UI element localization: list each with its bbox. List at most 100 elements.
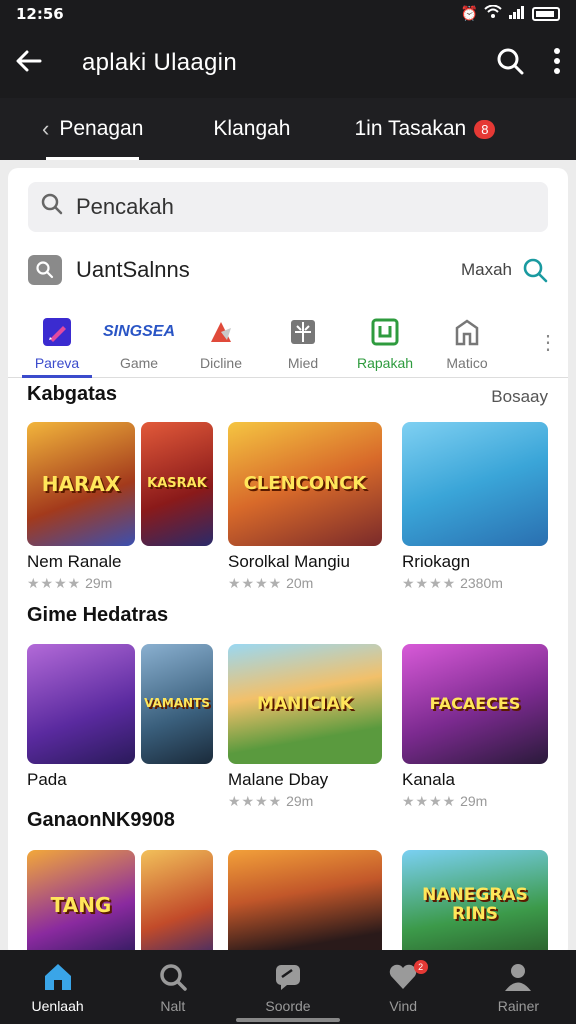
game-card[interactable]: HARAX KASRAK Nem Ranale ★★★★ 29m <box>27 422 213 592</box>
game-card[interactable]: Rriokagn ★★★★ 2380m <box>402 422 548 592</box>
game-thumbnail <box>228 850 382 958</box>
search-input[interactable]: Pencakah <box>28 182 548 232</box>
chevron-left-icon: ‹ <box>42 116 50 141</box>
filter-label: UantSalnns <box>76 257 190 282</box>
wifi-icon <box>484 4 502 23</box>
game-thumbnail: VAMANTS <box>141 644 213 764</box>
flag-icon <box>204 315 238 349</box>
game-name: Nem Ranale <box>27 552 122 571</box>
game-rating: ★★★★ 29m <box>27 575 113 591</box>
category-label: Mied <box>287 355 319 371</box>
battery-icon <box>532 7 560 21</box>
back-arrow-icon[interactable] <box>16 46 60 80</box>
category-label: Pareva <box>34 355 80 371</box>
page-title: aplaki Ulaagin <box>82 49 237 76</box>
signal-icon <box>508 5 526 23</box>
game-thumbnail <box>141 850 213 958</box>
house-icon <box>450 315 484 349</box>
game-thumbnail: MANICIAK <box>228 644 382 764</box>
nav-label: Soorde <box>265 998 311 1014</box>
category-game[interactable]: SINGSEA Game <box>98 307 180 377</box>
game-name: Malane Dbay <box>228 770 329 789</box>
game-card[interactable]: FACAECES Kanala ★★★★ 29m <box>402 644 548 810</box>
game-card[interactable]: MANICIAK Malane Dbay ★★★★ 29m <box>228 644 382 810</box>
nav-home[interactable]: Uenlaah <box>0 950 115 1024</box>
status-time: 12:56 <box>16 5 64 23</box>
tab-label: Klangah <box>213 117 291 140</box>
nav-label: Uenlaah <box>31 998 84 1014</box>
game-card[interactable]: NANEGRAS RINS <box>402 850 548 958</box>
alarm-icon: ⏰ <box>460 6 478 22</box>
status-bar: 12:56 ⏰ <box>0 0 576 28</box>
search-icon[interactable] <box>496 47 524 80</box>
nav-chat[interactable]: Soorde <box>230 950 345 1024</box>
tab-label: 1in Tasakan <box>354 117 467 140</box>
game-card[interactable]: CLENCONCK Sorolkal Mangiu ★★★★ 20m <box>228 422 382 592</box>
section-see-all-link[interactable]: Bosaay <box>491 387 548 407</box>
game-thumbnail: CLENCONCK <box>228 422 382 546</box>
game-thumbnail <box>402 422 548 546</box>
game-logo: SINGSEA <box>103 323 176 340</box>
notification-badge: 8 <box>474 119 496 139</box>
category-label: Matico <box>446 355 488 371</box>
game-rating: ★★★★ 20m <box>228 575 314 591</box>
nav-search[interactable]: Nalt <box>115 950 230 1024</box>
app-bar: aplaki Ulaagin <box>0 28 576 98</box>
search-icon <box>40 192 64 222</box>
status-icons: ⏰ <box>460 4 560 23</box>
category-pareva[interactable]: Pareva <box>16 307 98 378</box>
filter-more-button[interactable]: Maxah <box>461 257 548 283</box>
filter-search-icon[interactable] <box>28 255 62 285</box>
grid-icon <box>286 315 320 349</box>
game-thumbnail: NANEGRAS RINS <box>402 850 548 958</box>
home-icon <box>41 960 75 994</box>
game-name: Pada <box>27 770 67 789</box>
category-row: Pareva SINGSEA Game Dicline Mied Rapakah <box>8 308 568 378</box>
more-categories-icon[interactable]: ⋮ <box>528 307 568 377</box>
game-thumbnail: FACAECES <box>402 644 548 764</box>
search-icon <box>156 960 190 994</box>
game-thumbnail: KASRAK <box>141 422 213 546</box>
category-rapakah[interactable]: Rapakah <box>344 307 426 377</box>
tab-klangah[interactable]: Klangah <box>201 98 302 160</box>
top-tabs: ‹ Penagan Klangah 1in Tasakan 8 <box>0 98 576 160</box>
tab-tasakan[interactable]: 1in Tasakan 8 <box>343 98 508 160</box>
game-thumbnail: HARAX <box>27 422 135 546</box>
pen-icon <box>40 315 74 349</box>
tab-label: Penagan <box>59 117 144 140</box>
game-rating: ★★★★ 2380m <box>402 575 503 591</box>
game-rating: ★★★★ 29m <box>402 793 488 809</box>
category-dicline[interactable]: Dicline <box>180 307 262 377</box>
home-indicator <box>236 1018 340 1022</box>
category-label: Dicline <box>199 355 242 371</box>
category-mied[interactable]: Mied <box>262 307 344 377</box>
nav-favorites[interactable]: 2 Vind <box>346 950 461 1024</box>
game-card[interactable] <box>228 850 382 958</box>
filter-more-label: Maxah <box>460 260 512 279</box>
search-value: Pencakah <box>76 194 174 219</box>
game-name: Sorolkal Mangiu <box>228 552 350 571</box>
bottom-nav: Uenlaah Nalt Soorde 2 Vind Rainer <box>0 950 576 1024</box>
profile-icon <box>501 960 535 994</box>
app-icon <box>368 315 402 349</box>
category-label: Game <box>119 355 159 371</box>
category-matico[interactable]: Matico <box>426 307 508 377</box>
nav-profile[interactable]: Rainer <box>461 950 576 1024</box>
game-name: Kanala <box>402 770 455 789</box>
section-title: Kabgatas <box>27 383 118 405</box>
game-thumbnail: TANG <box>27 850 135 958</box>
tab-penagan[interactable]: ‹ Penagan <box>30 98 155 160</box>
nav-label: Nalt <box>160 998 186 1014</box>
game-name: Rriokagn <box>402 552 471 571</box>
game-card[interactable]: TANG <box>27 850 213 958</box>
chat-icon <box>271 960 305 994</box>
game-thumbnail <box>27 644 135 764</box>
more-vert-icon[interactable] <box>554 47 560 79</box>
section-title: Gime Hedatras <box>27 604 169 626</box>
section-title: GanaonNK9908 <box>27 809 175 831</box>
notification-badge: 2 <box>413 960 428 974</box>
content-card: Pencakah UantSalnns Maxah Pareva SINGSEA… <box>8 168 568 958</box>
game-card[interactable]: VAMANTS Pada <box>27 644 213 790</box>
filter-row: UantSalnns Maxah <box>28 250 548 290</box>
game-rating: ★★★★ 29m <box>228 793 314 809</box>
